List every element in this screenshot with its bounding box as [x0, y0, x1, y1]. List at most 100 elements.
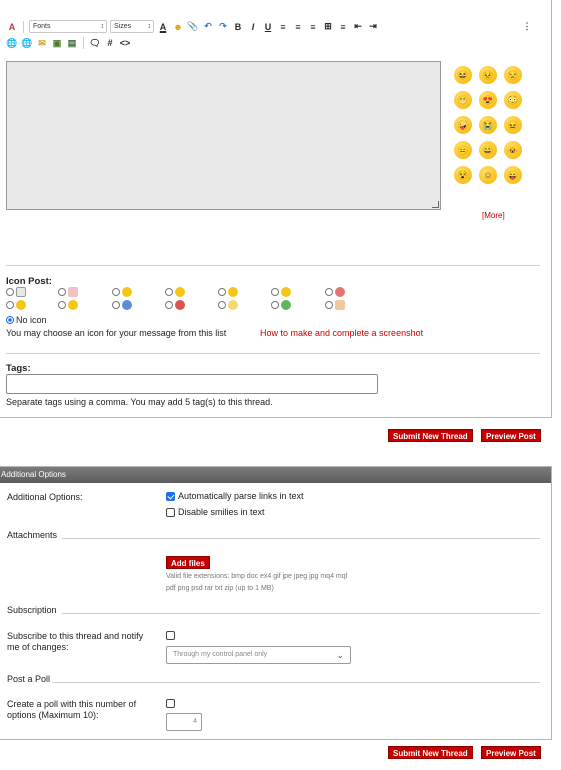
divider: [6, 265, 540, 266]
thumbs-down-icon: [68, 287, 78, 297]
parse-links-option[interactable]: Automatically parse links in text: [166, 491, 304, 501]
post-icon-option[interactable]: [325, 300, 345, 310]
smiley-icon[interactable]: 😭: [479, 116, 497, 134]
align-right-icon[interactable]: ≡: [307, 21, 319, 33]
indent-icon[interactable]: ⇥: [367, 21, 379, 33]
smiley-icon[interactable]: 😆: [454, 66, 472, 84]
post-icon-option[interactable]: [112, 300, 132, 310]
smiley-icon[interactable]: 😑: [454, 141, 472, 159]
underline-icon[interactable]: U: [262, 21, 274, 33]
subscription-title: Subscription: [7, 605, 57, 615]
disable-smilies-checkbox[interactable]: [166, 507, 175, 517]
link-icon[interactable]: 🌐: [6, 37, 18, 49]
post-icon-option[interactable]: [218, 300, 238, 310]
post-icon-option[interactable]: [112, 287, 132, 297]
add-files-button[interactable]: Add files: [166, 556, 210, 569]
more-smilies-link[interactable]: [More]: [482, 211, 505, 220]
post-icon-option[interactable]: [165, 300, 185, 310]
smiley-icon[interactable]: 🤪: [454, 116, 472, 134]
screenshot-help-link[interactable]: How to make and complete a screenshot: [260, 328, 423, 338]
hash-icon[interactable]: #: [104, 37, 116, 49]
subscribe-checkbox[interactable]: [166, 631, 175, 640]
redo-icon[interactable]: ↷: [217, 21, 229, 33]
wink-icon: [228, 287, 238, 297]
smiley-icon[interactable]: 😣: [479, 66, 497, 84]
poll-label-line-2: options (Maximum 10):: [7, 710, 99, 720]
post-icon-option[interactable]: [58, 300, 78, 310]
tags-label: Tags:: [6, 363, 31, 374]
toolbar-resize-handle[interactable]: ⋮: [521, 20, 533, 32]
sunglasses-icon: [68, 300, 78, 310]
post-icon-option[interactable]: [218, 287, 238, 297]
file-extensions-line-2: pdf png psd rar txt zip (up to 1 MB): [166, 585, 274, 592]
tags-input[interactable]: [6, 374, 378, 394]
parse-links-checkbox[interactable]: [166, 491, 175, 501]
smiley-menu-icon[interactable]: ☻: [172, 21, 184, 33]
lightbulb-icon: [228, 300, 238, 310]
additional-options-label: Additional Options:: [7, 492, 83, 502]
remove-format-icon[interactable]: A: [6, 21, 18, 33]
divider: [62, 613, 540, 614]
attachment-icon[interactable]: 📎: [187, 21, 199, 33]
image-icon[interactable]: ▣: [51, 37, 63, 49]
editor-toolbar-row-2: 🌐 🌐 ✉ ▣ ▤ 🗨 # <>: [6, 37, 131, 49]
subscription-select-value: Through my control panel only: [173, 651, 268, 658]
resize-grip-icon[interactable]: [432, 201, 439, 208]
size-select[interactable]: Sizes: [110, 20, 154, 33]
undo-icon[interactable]: ↶: [202, 21, 214, 33]
post-icon-option[interactable]: [165, 287, 185, 297]
post-icon-option[interactable]: [325, 287, 345, 297]
smiley-icon[interactable]: 😺: [504, 141, 522, 159]
post-icon-option[interactable]: [6, 300, 26, 310]
file-extensions-line-1: Valid file extensions: bmp doc ex4 gif j…: [166, 573, 348, 580]
smiley-icon[interactable]: 😒: [504, 66, 522, 84]
smiley-icon[interactable]: 😖: [504, 116, 522, 134]
smiley-icon[interactable]: 😀: [479, 141, 497, 159]
unlink-icon[interactable]: 🌐: [21, 37, 33, 49]
submit-thread-button-bottom[interactable]: Submit New Thread: [388, 746, 473, 759]
quote-icon[interactable]: 🗨: [89, 37, 101, 49]
unordered-list-icon[interactable]: ≡: [337, 21, 349, 33]
poll-checkbox[interactable]: [166, 699, 175, 708]
post-icon-option[interactable]: [271, 300, 291, 310]
chevron-down-icon: ⌄: [336, 650, 344, 660]
divider: [52, 682, 540, 683]
bold-icon[interactable]: B: [232, 21, 244, 33]
icon-post-label: Icon Post:: [6, 276, 52, 287]
font-select[interactable]: Fonts: [29, 20, 107, 33]
post-icon-option[interactable]: [271, 287, 291, 297]
no-icon-label: No icon: [16, 315, 47, 325]
question-icon: [122, 300, 132, 310]
email-icon[interactable]: ✉: [36, 37, 48, 49]
outdent-icon[interactable]: ⇤: [352, 21, 364, 33]
preview-post-button[interactable]: Preview Post: [481, 429, 541, 442]
smiley-icon[interactable]: 😍: [479, 91, 497, 109]
text-color-icon[interactable]: A: [157, 21, 169, 33]
align-left-icon[interactable]: ≡: [277, 21, 289, 33]
code-icon[interactable]: <>: [119, 37, 131, 49]
align-center-icon[interactable]: ≡: [292, 21, 304, 33]
smiley-icon[interactable]: ☺: [479, 166, 497, 184]
grin-icon: [175, 287, 185, 297]
italic-icon[interactable]: I: [247, 21, 259, 33]
cool-icon: [281, 287, 291, 297]
smiley-icon[interactable]: 😛: [504, 166, 522, 184]
preview-post-button-bottom[interactable]: Preview Post: [481, 746, 541, 759]
no-icon-option[interactable]: No icon: [6, 315, 47, 325]
smiley-icon[interactable]: 😳: [504, 91, 522, 109]
smiley-icon[interactable]: 😵: [454, 166, 472, 184]
post-icon-option[interactable]: [6, 287, 26, 297]
submit-thread-button[interactable]: Submit New Thread: [388, 429, 473, 442]
video-icon[interactable]: ▤: [66, 37, 78, 49]
disable-smilies-label: Disable smilies in text: [178, 507, 265, 517]
message-textarea[interactable]: [6, 61, 441, 210]
post-icon-option[interactable]: [58, 287, 78, 297]
subscription-select[interactable]: Through my control panel only ⌄: [166, 646, 351, 664]
thumbs-up-icon: [335, 300, 345, 310]
poll-label-line-1: Create a poll with this number of: [7, 699, 137, 709]
poll-options-input[interactable]: 4: [166, 713, 202, 731]
smiley-icon[interactable]: 😬: [454, 91, 472, 109]
ordered-list-icon[interactable]: ⊞: [322, 21, 334, 33]
disable-smilies-option[interactable]: Disable smilies in text: [166, 507, 265, 517]
smile-icon: [122, 287, 132, 297]
